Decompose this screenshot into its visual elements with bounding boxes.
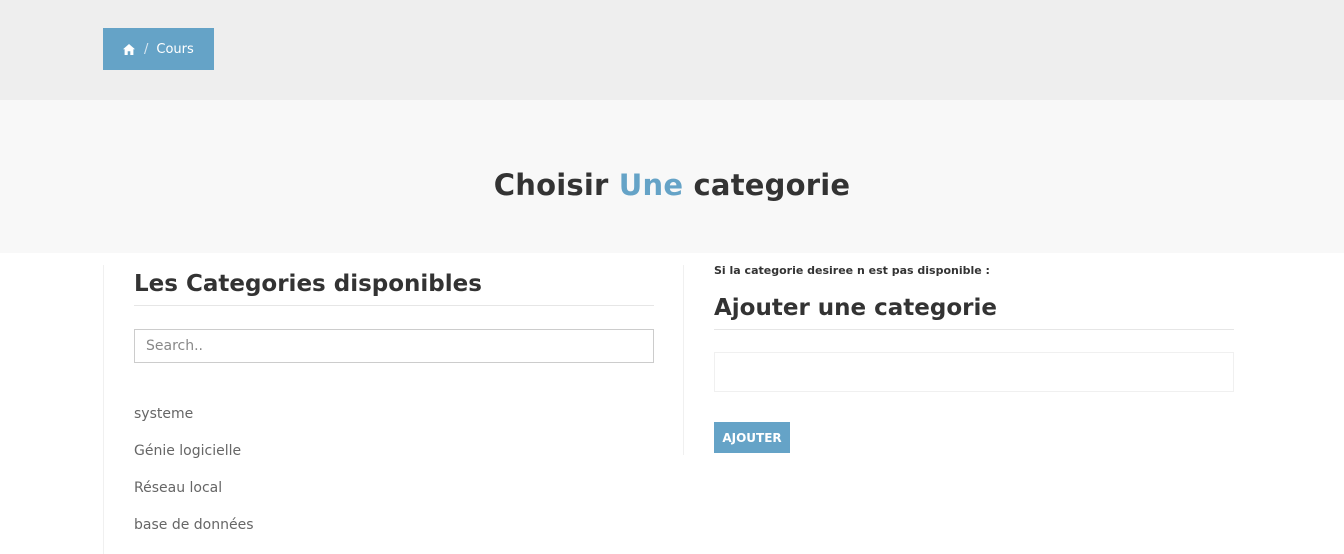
category-item-base-de-donnees[interactable]: base de données <box>134 515 254 552</box>
page-title-accent: Une <box>618 168 684 202</box>
category-list: systeme Génie logicielle Réseau local ba… <box>134 404 254 552</box>
hero-banner: Choisir Une categorie <box>0 100 1344 253</box>
add-category-title: Ajouter une categorie <box>714 295 1234 330</box>
category-item-systeme[interactable]: systeme <box>134 404 254 441</box>
top-bar: / Cours <box>0 0 1344 100</box>
category-item-genie-logicielle[interactable]: Génie logicielle <box>134 441 254 478</box>
search-input[interactable] <box>134 329 654 363</box>
breadcrumb: / Cours <box>103 28 214 70</box>
add-category-button[interactable]: AJOUTER <box>714 422 790 453</box>
breadcrumb-separator: / <box>144 41 149 57</box>
page-title-part2: categorie <box>693 168 851 202</box>
page-title: Choisir Une categorie <box>0 168 1344 202</box>
add-category-hint: Si la categorie desiree n est pas dispon… <box>714 264 990 277</box>
available-categories-panel: Les Categories disponibles systeme Génie… <box>103 265 683 554</box>
add-category-panel: Si la categorie desiree n est pas dispon… <box>683 264 1243 455</box>
available-categories-title: Les Categories disponibles <box>134 271 654 306</box>
new-category-input[interactable] <box>714 352 1234 392</box>
page-title-part1: Choisir <box>493 168 609 202</box>
breadcrumb-item-cours[interactable]: Cours <box>156 42 193 57</box>
category-item-reseau-local[interactable]: Réseau local <box>134 478 254 515</box>
home-icon[interactable] <box>123 43 135 55</box>
